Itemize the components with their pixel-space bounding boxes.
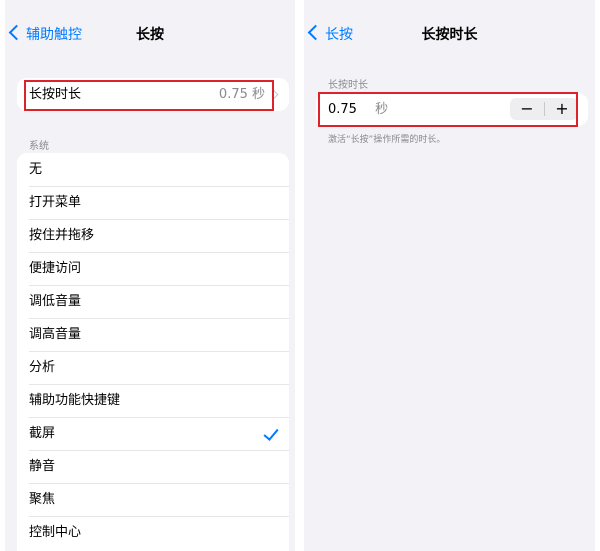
page-title: 长按时长 (421, 27, 478, 43)
section-label: 长按时长 (328, 80, 368, 91)
action-label: 按住并拖移 (29, 228, 95, 243)
checkmark-icon (263, 425, 279, 441)
status-bar-fragment: ▔▔ (25, 0, 43, 6)
chevron-right-icon (268, 89, 279, 100)
action-label: 截屏 (29, 426, 56, 441)
action-row[interactable]: 调低音量 (17, 285, 289, 318)
row-value: 0.75 秒 (218, 87, 265, 102)
navigation-bar: 辅助触控 长按 (5, 20, 295, 50)
action-row[interactable]: 无 (17, 153, 289, 186)
action-row[interactable]: 按住并拖移 (17, 219, 289, 252)
duration-group: 0.75 秒 − + (316, 93, 588, 126)
duration-unit: 秒 (375, 102, 389, 117)
action-row[interactable]: 静音 (17, 450, 289, 483)
section-label: 系统 (29, 141, 49, 152)
long-press-duration-row[interactable]: 长按时长 0.75 秒 (17, 78, 289, 111)
action-label: 调高音量 (29, 327, 82, 342)
action-label: 打开菜单 (29, 195, 82, 210)
action-row[interactable]: 截屏 (17, 417, 289, 450)
action-label: 无 (29, 162, 43, 177)
duration-value[interactable]: 0.75 (328, 102, 357, 117)
action-label: 聚焦 (29, 492, 56, 507)
row-label: 长按时长 (29, 87, 82, 102)
action-row[interactable]: 打开菜单 (17, 186, 289, 219)
action-row[interactable]: 调高音量 (17, 318, 289, 351)
left-screen: ▔▔ 辅助触控 长按 长按时长 0.75 秒 系统 无打开菜单按住并拖移便捷访问… (5, 0, 295, 551)
action-row[interactable]: 分析 (17, 351, 289, 384)
action-row[interactable]: 控制中心 (17, 516, 289, 549)
status-bar-fragment: ▔▔ (324, 0, 342, 6)
increment-button[interactable]: + (545, 98, 579, 120)
decrement-button[interactable]: − (510, 98, 544, 120)
page-title: 长按 (136, 27, 164, 43)
action-label: 便捷访问 (29, 261, 82, 276)
long-press-duration-group: 长按时长 0.75 秒 (17, 78, 289, 111)
footnote: 激活“长按”操作所需的时长。 (328, 135, 446, 145)
action-row[interactable]: 辅助功能快捷键 (17, 384, 289, 417)
action-label: 静音 (29, 459, 56, 474)
action-list: 无打开菜单按住并拖移便捷访问调低音量调高音量分析辅助功能快捷键 截屏静音聚焦控制中… (17, 153, 289, 551)
action-row[interactable]: 聚焦 (17, 483, 289, 516)
right-screen: ▔▔ 长按 长按时长 长按时长 0.75 秒 − + 激活“长按”操作所需的时长… (304, 0, 595, 551)
navigation-bar: 长按 长按时长 (304, 20, 595, 50)
duration-stepper: − + (510, 98, 578, 120)
action-label: 辅助功能快捷键 (29, 393, 121, 408)
action-label: 分析 (29, 360, 56, 375)
action-label: 调低音量 (29, 294, 82, 309)
duration-row: 0.75 秒 − + (316, 93, 588, 126)
action-row[interactable]: 便捷访问 (17, 252, 289, 285)
action-label: 控制中心 (29, 525, 82, 540)
